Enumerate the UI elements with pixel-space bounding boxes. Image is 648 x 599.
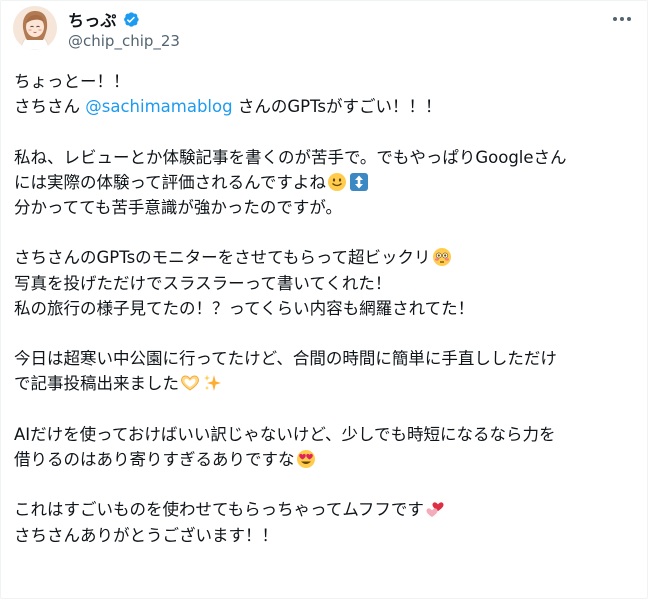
paragraph-4: 今日は超寒い中公園に行ってたけど、合間の時間に簡単に手直ししただけ で記事投稿出…: [14, 346, 639, 396]
text-line: さちさんのGPTsのモニターをさせてもらって超ビックリ: [14, 245, 639, 270]
tweet-card: ちっぷ @chip_chip_23 ちょっとー！！ さちさん @sachimam…: [0, 0, 648, 599]
text-line: 私の旅行の様子見てたの！？ってくらい内容も網羅されてた！: [14, 298, 475, 318]
display-name[interactable]: ちっぷ: [68, 7, 117, 31]
verified-badge-icon: [123, 11, 139, 27]
text-segment: には実際の体験って評価されるんですよね: [14, 172, 326, 192]
text-line: 今日は超寒い中公園に行ってたけど、合間の時間に簡単に手直ししただけ: [14, 349, 557, 369]
flushed-face-icon: [432, 248, 451, 267]
two-hearts-icon: [426, 502, 444, 518]
text-line: 分かってても苦手意識が強かったのですが。: [14, 198, 343, 217]
text-line: 私ね、レビューとか体験記事を書くのが苦手で。でもやっぱりGoogleさん: [14, 147, 567, 167]
text-line: ちょっとー！！: [14, 72, 130, 91]
paragraph-3: さちさんのGPTsのモニターをさせてもらって超ビックリ 写真を投げただけでスラス…: [14, 245, 639, 321]
tweet-text: ちょっとー！！ さちさん @sachimamablog さんのGPTsがすごい！…: [14, 69, 639, 548]
paragraph-5: AIだけを使っておけばいい訳じゃないけど、少しでも時短になるなら力を 借りるのは…: [14, 422, 639, 472]
text-line: 写真を投げただけでスラスラーって書いてくれた！: [14, 273, 392, 293]
text-line: さちさんありがとうございます！！: [14, 525, 278, 545]
text-segment: さんのGPTsがすごい！！！: [232, 97, 442, 117]
paragraph-2: 私ね、レビューとか体験記事を書くのが苦手で。でもやっぱりGoogleさん には実…: [14, 145, 639, 221]
avatar-illustration: [13, 6, 57, 50]
text-line: で記事投稿出来ました: [14, 371, 639, 396]
sparkles-icon: [204, 375, 221, 392]
text-segment: で記事投稿出来ました: [14, 374, 179, 394]
text-segment: 借りるのはあり寄りすぎるありですな: [14, 449, 295, 469]
text-segment: さちさんのGPTsのモニターをさせてもらって超ビックリ: [14, 248, 431, 268]
up-down-arrow-icon: [349, 172, 368, 191]
avatar[interactable]: [13, 6, 57, 50]
text-line: さちさん @sachimamablog さんのGPTsがすごい！！！: [14, 94, 639, 119]
text-segment: さちさん: [14, 97, 86, 117]
paragraph-6: これはすごいものを使わせてもらっちゃってムフフです さちさんありがとうございます…: [14, 497, 639, 547]
more-options-icon: [613, 17, 631, 21]
slightly-smiling-face-icon: [327, 172, 346, 191]
text-line: AIだけを使っておけばいい訳じゃないけど、少しでも時短になるなら力を: [14, 424, 556, 444]
heart-eyes-face-icon: [296, 449, 315, 468]
text-line: 借りるのはあり寄りすぎるありですな: [14, 447, 639, 472]
author-handle[interactable]: @chip_chip_23: [68, 32, 180, 50]
text-segment: これはすごいものを使わせてもらっちゃってムフフです: [14, 500, 424, 520]
heart-hands-icon: [180, 375, 200, 391]
text-line: これはすごいものを使わせてもらっちゃってムフフです: [14, 497, 639, 522]
paragraph-1: ちょっとー！！ さちさん @sachimamablog さんのGPTsがすごい！…: [14, 69, 639, 119]
mention-link[interactable]: @sachimamablog: [85, 97, 232, 116]
author-name-row: ちっぷ: [68, 8, 140, 30]
text-line: には実際の体験って評価されるんですよね: [14, 170, 639, 195]
more-options-button[interactable]: [607, 9, 637, 29]
